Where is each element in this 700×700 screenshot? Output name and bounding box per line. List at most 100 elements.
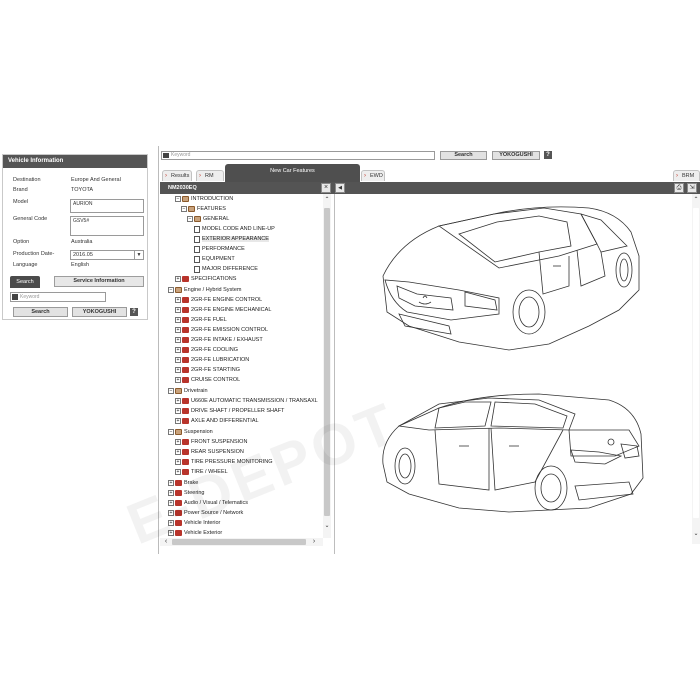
document-icon [194,225,200,233]
print-icon[interactable]: ⎙ [674,183,684,193]
tab-brm[interactable]: › BRM [673,170,700,181]
expand-icon[interactable]: + [175,276,181,282]
book-icon [182,357,189,363]
export-icon[interactable]: ⇲ [687,183,697,193]
tree-item-major-difference[interactable]: MAJOR DIFFERENCE [194,264,258,274]
book-icon [182,297,189,303]
collapse-icon[interactable]: − [168,429,174,435]
book-icon [182,367,189,373]
tree-item-suspension[interactable]: − Suspension [168,427,213,437]
document-icon [194,235,200,243]
open-book-icon [175,429,182,435]
main-keyword-input[interactable]: Keyword [161,151,435,160]
close-icon[interactable]: × [321,183,331,193]
expand-icon[interactable]: + [175,347,181,353]
collapse-left-icon[interactable]: ◀ [335,183,345,193]
expand-icon[interactable]: + [175,418,181,424]
tree-item-engine-control[interactable]: +2GR-FE ENGINE CONTROL [175,295,262,305]
expand-icon[interactable]: + [175,449,181,455]
tree-item-engine[interactable]: − Engine / Hybrid System [168,285,241,295]
left-search-button[interactable]: Search [13,307,68,317]
search-tab[interactable]: Search [10,276,40,288]
tree-item-emission-control[interactable]: +2GR-FE EMISSION CONTROL [175,325,268,335]
help-icon[interactable]: ? [544,151,552,159]
tab-results[interactable]: › Results [162,170,192,181]
expand-icon[interactable]: + [175,357,181,363]
expand-icon[interactable]: + [175,459,181,465]
tree-item-performance[interactable]: PERFORMANCE [194,244,245,254]
content-vertical-scrollbar[interactable]: ⌃ ⌄ [692,194,700,544]
tree-item-axle[interactable]: + AXLE AND DIFFERENTIAL [175,416,259,426]
general-code-label: General Code [13,216,48,222]
main-search-button[interactable]: Search [440,151,487,160]
tab-rm[interactable]: › RM [196,170,224,181]
general-code-field[interactable]: GSV5# [70,216,144,236]
expand-icon[interactable]: + [175,377,181,383]
expand-icon[interactable]: + [175,398,181,404]
document-icon [194,255,200,263]
expand-icon[interactable]: + [175,297,181,303]
tab-marker-icon: › [199,173,201,179]
tree-item-introduction[interactable]: − INTRODUCTION [175,194,233,204]
tree-hscroll-thumb[interactable] [172,539,306,545]
tab-marker-icon: › [165,173,167,179]
chevron-down-icon[interactable]: ▼ [134,251,143,259]
expand-icon[interactable]: + [175,367,181,373]
tree-item-drivetrain[interactable]: − Drivetrain [168,386,208,396]
model-label: Model [13,199,28,205]
tree-item-intake-exhaust[interactable]: +2GR-FE INTAKE / EXHAUST [175,335,263,345]
book-icon [182,418,189,424]
expand-icon[interactable]: + [175,317,181,323]
panel-title: Vehicle Information [3,155,147,168]
content-scroll-thumb[interactable] [693,208,699,518]
keyword-icon [12,294,18,300]
scroll-up-icon[interactable]: ⌃ [692,196,700,204]
destination-row: Destination Europe And General [3,177,149,187]
left-keyword-input[interactable]: Keyword [10,292,106,302]
scroll-up-icon[interactable]: ⌃ [323,196,331,204]
expand-icon[interactable]: + [175,327,181,333]
expand-icon[interactable]: + [175,307,181,313]
collapse-icon[interactable]: − [168,287,174,293]
scroll-down-icon[interactable]: ⌄ [323,522,331,530]
production-date-select[interactable]: 2016.05 ▼ [70,250,144,260]
tree-item-drive-shaft[interactable]: + DRIVE SHAFT / PROPELLER SHAFT [175,406,284,416]
scroll-down-icon[interactable]: ⌄ [692,530,700,538]
expand-icon[interactable]: + [175,337,181,343]
scroll-right-icon[interactable]: › [310,538,318,546]
help-icon[interactable]: ? [130,308,138,316]
tree-item-specifications[interactable]: + SPECIFICATIONS [175,274,236,284]
collapse-icon[interactable]: − [187,216,193,222]
option-value: Australia [71,239,93,245]
collapse-icon[interactable]: − [181,206,187,212]
model-field[interactable]: AURION [70,199,144,213]
tree-item-transmission[interactable]: + U660E AUTOMATIC TRANSMISSION / TRANSAXL [175,396,318,406]
expand-icon[interactable]: + [175,408,181,414]
tree-item-cooling[interactable]: +2GR-FE COOLING [175,345,238,355]
left-yokogushi-button[interactable]: YOKOGUSHI [72,307,127,317]
expand-icon[interactable]: + [175,439,181,445]
tree-item-fuel[interactable]: +2GR-FE FUEL [175,315,227,325]
tab-new-car-features[interactable]: New Car Features [225,164,360,182]
tree-item-front-suspension[interactable]: + FRONT SUSPENSION [175,437,247,447]
tree-item-lubrication[interactable]: +2GR-FE LUBRICATION [175,355,249,365]
collapse-icon[interactable]: − [175,196,181,202]
tree-item-exterior-appearance[interactable]: EXTERIOR APPEARANCE [194,234,269,244]
tree-item-cruise-control[interactable]: + CRUISE CONTROL [175,375,240,385]
tree-item-equipment[interactable]: EQUIPMENT [194,254,235,264]
tree-vertical-scrollbar[interactable]: ⌃ ⌄ [323,194,331,538]
tab-ewd[interactable]: › EWD [361,170,385,181]
service-information-button[interactable]: Service Information [54,276,144,287]
document-title: NM2030EQ [168,185,197,191]
book-icon [182,327,189,333]
collapse-icon[interactable]: − [168,388,174,394]
tree-item-starting[interactable]: +2GR-FE STARTING [175,365,240,375]
tree-item-features[interactable]: − FEATURES [181,204,226,214]
brand-label: Brand [13,187,28,193]
tree-item-model-code[interactable]: MODEL CODE AND LINE-UP [194,224,275,234]
tree-item-engine-mechanical[interactable]: +2GR-FE ENGINE MECHANICAL [175,305,271,315]
book-icon [182,449,189,455]
main-yokogushi-button[interactable]: YOKOGUSHI [492,151,540,160]
language-row: Language English [3,262,149,272]
tree-item-general[interactable]: − GENERAL [187,214,229,224]
